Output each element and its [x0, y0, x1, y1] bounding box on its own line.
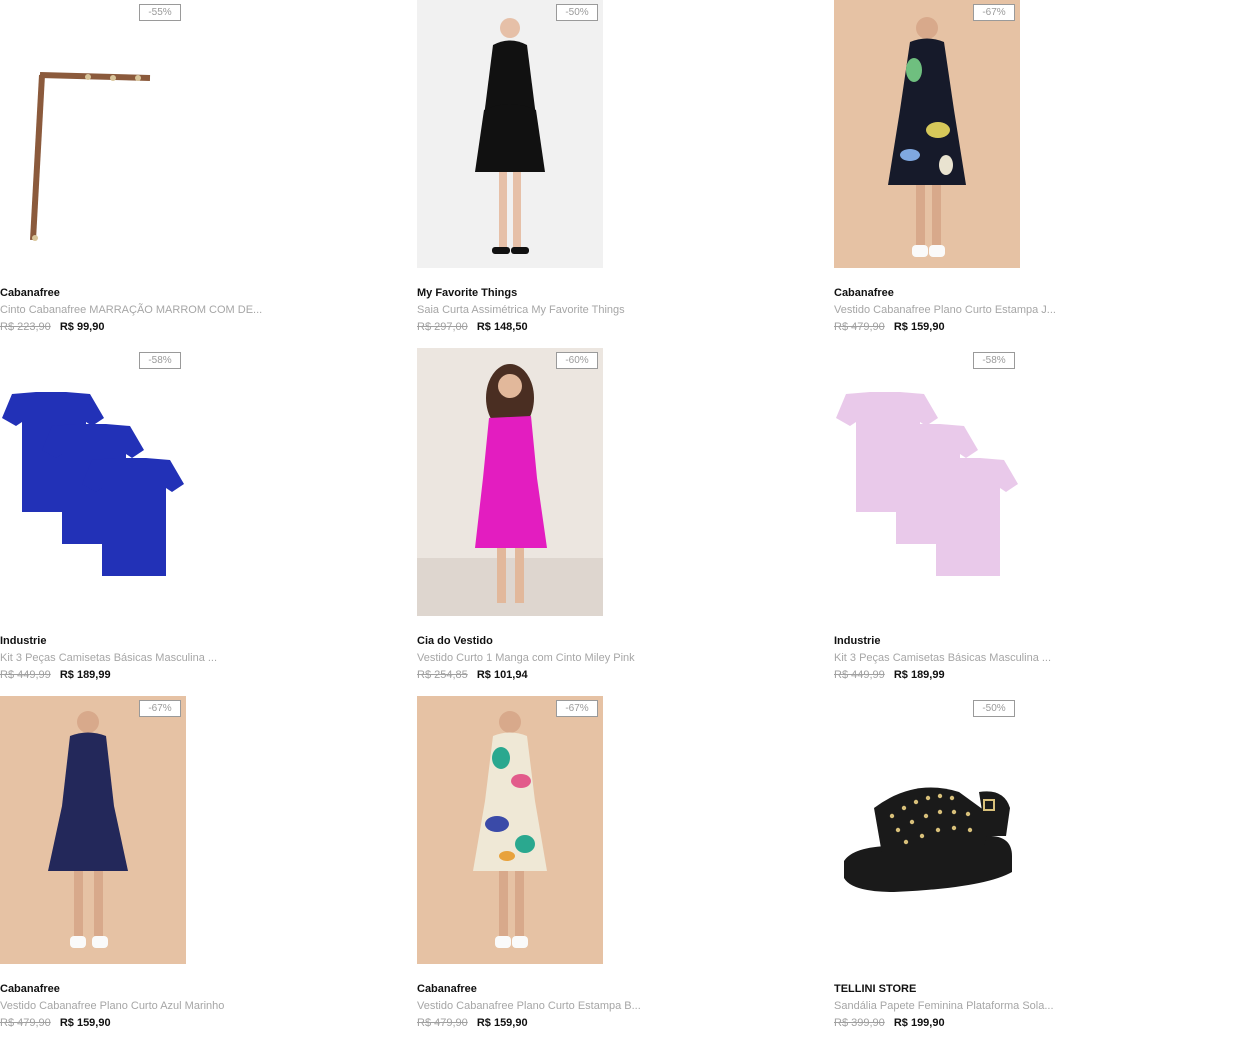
product-card[interactable]: -50% TELLINI STORE Sandália Papete Femin… [834, 696, 1134, 1036]
current-price: R$ 148,50 [476, 321, 528, 333]
product-card[interactable]: -67% Cabanafree Vestido Cabanafree Plano… [0, 696, 300, 1036]
product-name[interactable]: Sandália Papete Feminina Plataforma Sola… [834, 1000, 1054, 1012]
product-name[interactable]: Vestido Cabanafree Plano Curto Estampa B… [417, 1000, 641, 1012]
current-price: R$ 159,90 [893, 321, 945, 333]
product-name[interactable]: Vestido Cabanafree Plano Curto Estampa J… [834, 304, 1056, 316]
product-brand: Cia do Vestido [417, 635, 493, 647]
navy-dress-image [0, 696, 186, 964]
discount-badge: -67% [139, 700, 181, 717]
product-name[interactable]: Cinto Cabanafree MARRAÇÃO MARROM COM DE.… [0, 304, 262, 316]
black-outfit-image [417, 0, 603, 268]
product-prices: R$ 449,99 R$ 189,99 [834, 669, 945, 681]
product-image[interactable] [0, 696, 186, 964]
discount-badge: -67% [973, 4, 1015, 21]
discount-badge: -58% [973, 352, 1015, 369]
old-price: R$ 479,90 [417, 1017, 468, 1029]
product-image[interactable] [834, 0, 1020, 268]
product-brand: Cabanafree [0, 287, 60, 299]
product-image[interactable] [0, 348, 186, 616]
product-card[interactable]: -55% Cabanafree Cinto Cabanafree MARRAÇÃ… [0, 0, 300, 340]
product-image[interactable] [0, 0, 186, 268]
product-image[interactable] [417, 696, 603, 964]
current-price: R$ 101,94 [476, 669, 528, 681]
product-prices: R$ 479,90 R$ 159,90 [417, 1017, 528, 1029]
current-price: R$ 159,90 [59, 1017, 111, 1029]
product-prices: R$ 479,90 R$ 159,90 [0, 1017, 111, 1029]
print-dress-image [834, 0, 1020, 268]
product-grid: -55% Cabanafree Cinto Cabanafree MARRAÇÃ… [0, 0, 1250, 1043]
old-price: R$ 223,90 [0, 321, 51, 333]
current-price: R$ 99,90 [59, 321, 105, 333]
product-name[interactable]: Vestido Curto 1 Manga com Cinto Miley Pi… [417, 652, 635, 664]
product-prices: R$ 297,00 R$ 148,50 [417, 321, 528, 333]
discount-badge: -67% [556, 700, 598, 717]
old-price: R$ 399,90 [834, 1017, 885, 1029]
pink-dress-image [417, 348, 603, 616]
current-price: R$ 189,99 [893, 669, 945, 681]
product-brand: Cabanafree [0, 983, 60, 995]
old-price: R$ 479,90 [834, 321, 885, 333]
studded-sandal-image [834, 696, 1020, 964]
old-price: R$ 479,90 [0, 1017, 51, 1029]
product-card[interactable]: -58% Industrie Kit 3 Peças Camisetas Bás… [0, 348, 300, 688]
old-price: R$ 449,99 [834, 669, 885, 681]
belt-image [0, 0, 186, 268]
product-brand: Industrie [834, 635, 881, 647]
product-brand: Industrie [0, 635, 47, 647]
product-image[interactable] [834, 696, 1020, 964]
product-prices: R$ 254,85 R$ 101,94 [417, 669, 528, 681]
old-price: R$ 449,99 [0, 669, 51, 681]
product-prices: R$ 449,99 R$ 189,99 [0, 669, 111, 681]
old-price: R$ 254,85 [417, 669, 468, 681]
discount-badge: -58% [139, 352, 181, 369]
product-brand: My Favorite Things [417, 287, 518, 299]
current-price: R$ 199,90 [893, 1017, 945, 1029]
product-brand: TELLINI STORE [834, 983, 917, 995]
discount-badge: -60% [556, 352, 598, 369]
current-price: R$ 189,99 [59, 669, 111, 681]
product-brand: Cabanafree [417, 983, 477, 995]
discount-badge: -50% [973, 700, 1015, 717]
product-name[interactable]: Kit 3 Peças Camisetas Básicas Masculina … [834, 652, 1051, 664]
product-image[interactable] [417, 0, 603, 268]
product-prices: R$ 399,90 R$ 199,90 [834, 1017, 945, 1029]
blue-tshirts-image [0, 348, 186, 616]
product-prices: R$ 479,90 R$ 159,90 [834, 321, 945, 333]
product-prices: R$ 223,90 R$ 99,90 [0, 321, 104, 333]
product-name[interactable]: Saia Curta Assimétrica My Favorite Thing… [417, 304, 625, 316]
product-image[interactable] [417, 348, 603, 616]
product-image[interactable] [834, 348, 1020, 616]
product-name[interactable]: Vestido Cabanafree Plano Curto Azul Mari… [0, 1000, 224, 1012]
pink-tshirts-image [834, 348, 1020, 616]
product-card[interactable]: -67% Cabanafree Vestido Cabanafree Plano… [834, 0, 1134, 340]
product-card[interactable]: -67% Cabanafree Vestido Cabanafree Plano… [417, 696, 717, 1036]
product-name[interactable]: Kit 3 Peças Camisetas Básicas Masculina … [0, 652, 217, 664]
product-card[interactable]: -58% Industrie Kit 3 Peças Camisetas Bás… [834, 348, 1134, 688]
old-price: R$ 297,00 [417, 321, 468, 333]
abstract-dress-image [417, 696, 603, 964]
discount-badge: -50% [556, 4, 598, 21]
product-card[interactable]: -50% My Favorite Things Saia Curta Assim… [417, 0, 717, 340]
product-card[interactable]: -60% Cia do Vestido Vestido Curto 1 Mang… [417, 348, 717, 688]
discount-badge: -55% [139, 4, 181, 21]
current-price: R$ 159,90 [476, 1017, 528, 1029]
product-brand: Cabanafree [834, 287, 894, 299]
